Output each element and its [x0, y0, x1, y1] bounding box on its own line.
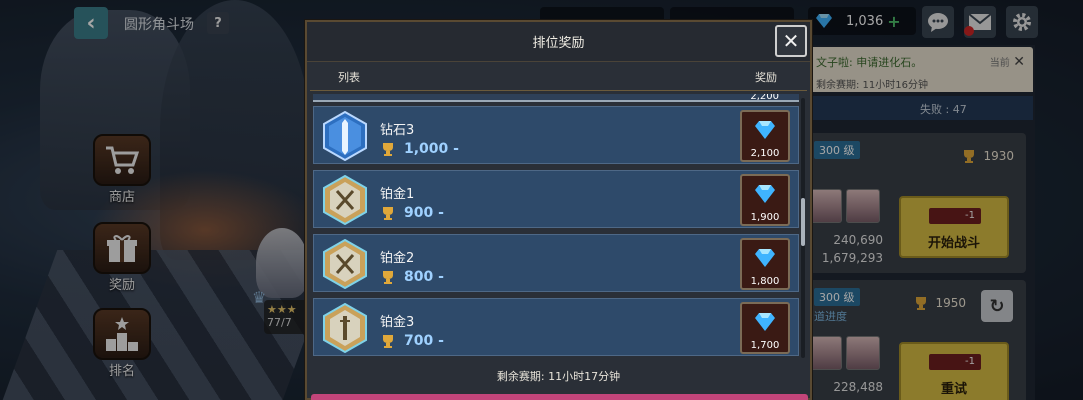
list-item: 钻石3 1,000 - 2,100	[313, 106, 799, 164]
close-button[interactable]: ✕	[775, 25, 807, 57]
gem-icon	[755, 313, 775, 331]
gem-reward[interactable]: 1,800	[740, 238, 790, 290]
modal-header: 排位奖励	[307, 22, 810, 62]
gem-reward-amount: 1,800	[750, 276, 780, 287]
gem-icon	[755, 185, 775, 203]
list-item: 铂金1 900 - 1,900	[313, 170, 799, 228]
trophy-icon	[383, 335, 393, 348]
platinum-badge-icon	[323, 175, 367, 225]
gem-icon	[755, 249, 775, 267]
tier-name: 铂金1	[380, 187, 415, 202]
tier-points: 700 -	[380, 333, 444, 349]
tier-points: 1,000 -	[380, 141, 459, 157]
scroll-thumb[interactable]	[801, 198, 805, 246]
tier-points-value: 800 -	[404, 269, 444, 285]
gem-reward[interactable]: 2,100	[740, 110, 790, 162]
tier-name: 铂金2	[380, 251, 415, 266]
platinum-badge-icon	[323, 303, 367, 353]
peek-reward: 2,200	[750, 94, 779, 102]
platinum-badge-icon	[323, 239, 367, 289]
diamond-badge-icon	[323, 111, 367, 161]
gem-reward[interactable]: 1,900	[740, 174, 790, 226]
gem-reward-amount: 1,900	[750, 212, 780, 223]
tier-points: 800 -	[380, 269, 444, 285]
tier-list[interactable]: 2,200 钻石3 1,000 - 2,100 铂金1 900 - 1,900 …	[313, 94, 801, 358]
gem-reward-amount: 1,700	[750, 340, 780, 351]
tier-points-value: 1,000 -	[404, 141, 459, 157]
confirm-bar[interactable]	[311, 394, 808, 400]
col-list: 列表	[338, 71, 360, 84]
gem-reward[interactable]: 1,700	[740, 302, 790, 354]
tier-name: 铂金3	[380, 315, 415, 330]
tier-points: 900 -	[380, 205, 444, 221]
list-scrollbar[interactable]	[801, 98, 805, 358]
list-item: 2,200	[313, 94, 799, 102]
column-header: 列表 奖励	[310, 63, 807, 91]
rank-rewards-modal: 排位奖励 ✕ 列表 奖励 2,200 钻石3 1,000 - 2,100 铂金1	[305, 20, 812, 400]
list-item: 铂金2 800 - 1,800	[313, 234, 799, 292]
close-icon: ✕	[782, 29, 800, 53]
trophy-icon	[383, 207, 393, 220]
tier-points-value: 700 -	[404, 333, 444, 349]
tier-name: 钻石3	[380, 123, 415, 138]
modal-title: 排位奖励	[532, 36, 585, 51]
trophy-icon	[383, 271, 393, 284]
list-item: 铂金3 700 - 1,700	[313, 298, 799, 356]
gem-icon	[755, 121, 775, 139]
tier-points-value: 900 -	[404, 205, 444, 221]
season-remaining: 剩余赛期: 11小时17分钟	[496, 370, 621, 383]
trophy-icon	[383, 143, 393, 156]
gem-reward-amount: 2,100	[750, 148, 780, 159]
col-reward: 奖励	[755, 71, 777, 84]
